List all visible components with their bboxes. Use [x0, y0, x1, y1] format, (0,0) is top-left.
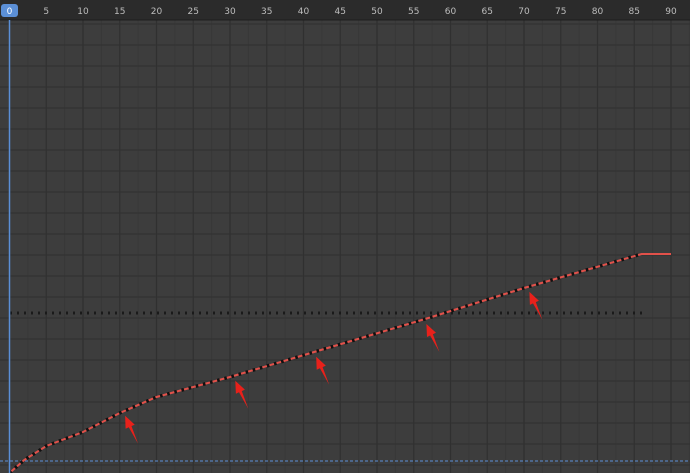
frame-tick-label: 75: [555, 7, 566, 17]
frame-tick-label: 45: [335, 7, 346, 17]
frame-tick-label: 30: [224, 7, 236, 17]
frame-tick-label: 5: [43, 7, 49, 17]
annotation-arrow-icon: [125, 415, 139, 444]
graph-viewport[interactable]: 5 10 15 20 25 30 35 40 45 50 55 60 65 70 75 80 85 90 0: [0, 0, 690, 473]
annotation-arrow-icon: [426, 324, 440, 352]
frame-tick-label: 90: [665, 7, 677, 17]
frame-tick-label: 70: [518, 7, 530, 17]
frame-tick-label: 15: [114, 7, 125, 17]
frame-tick-label: 80: [592, 7, 604, 17]
keyframe-points[interactable]: [8, 252, 643, 473]
current-frame-indicator[interactable]: 0: [1, 4, 18, 17]
frame-tick-label: 20: [151, 7, 163, 17]
annotation-arrow-icon: [529, 291, 543, 320]
frame-tick-label: 40: [298, 7, 310, 17]
annotation-arrows: [125, 291, 543, 444]
graph-editor[interactable]: 5 10 15 20 25 30 35 40 45 50 55 60 65 70 75 80 85 90 0: [0, 0, 690, 473]
annotation-arrow-icon: [235, 380, 249, 409]
current-frame-number: 0: [7, 7, 13, 17]
grid: [0, 20, 690, 473]
frame-tick-label: 65: [482, 7, 493, 17]
frame-tick-label: 55: [408, 7, 419, 17]
frame-tick-label: 60: [445, 7, 457, 17]
frame-tick-label: 50: [371, 7, 383, 17]
frame-tick-label: 35: [261, 7, 272, 17]
frame-tick-label: 25: [188, 7, 199, 17]
frame-tick-label: 85: [629, 7, 640, 17]
frame-tick-label: 10: [77, 7, 89, 17]
